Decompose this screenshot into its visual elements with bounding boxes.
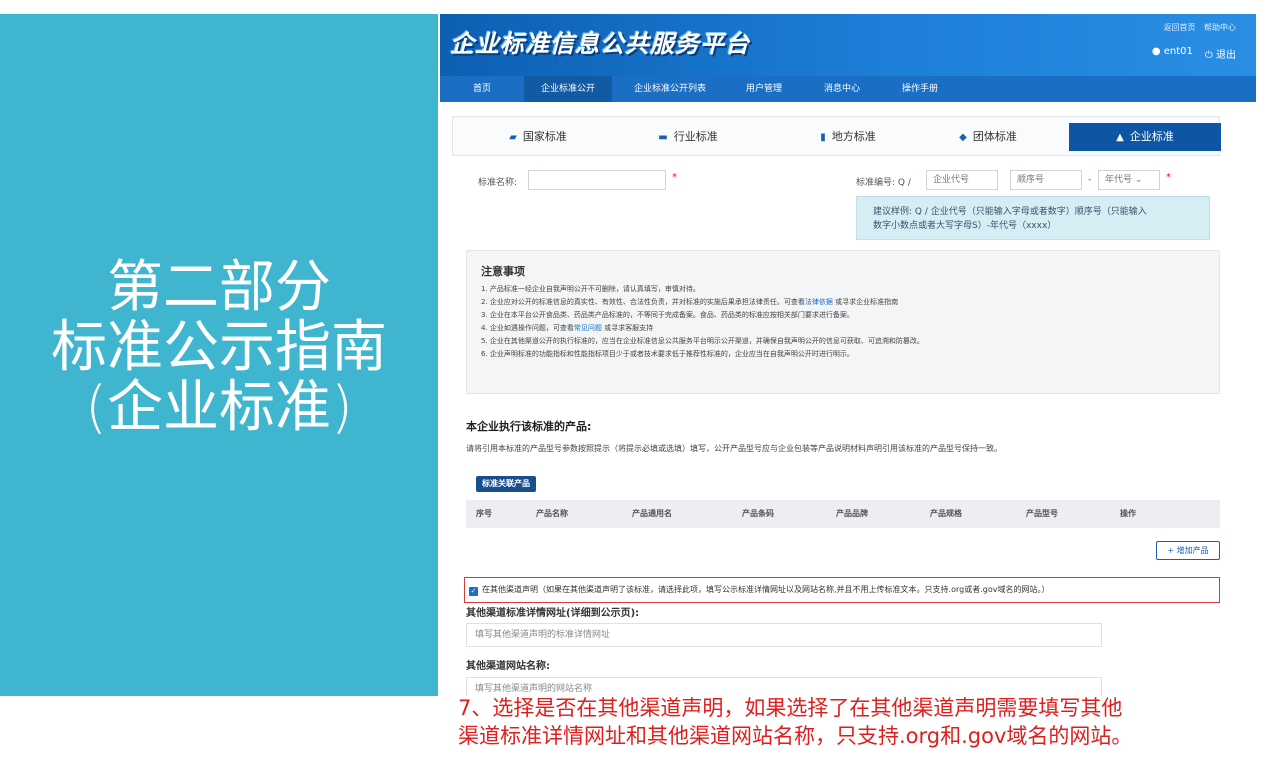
other-channel-checkbox[interactable]: ✓ bbox=[469, 587, 478, 596]
book-icon: ▰ bbox=[509, 132, 517, 143]
tab-label: 地方标准 bbox=[831, 130, 876, 143]
app-logo: 企业标准信息公共服务平台 bbox=[450, 30, 750, 58]
column-header: 产品型号 bbox=[1026, 509, 1058, 518]
column-header: 产品通用名 bbox=[632, 509, 672, 518]
logout-button[interactable]: ⏻ 退出 bbox=[1205, 46, 1236, 61]
legal-basis-link[interactable]: 法律依据 bbox=[805, 298, 833, 306]
sequence-number-input[interactable]: 顺序号 bbox=[1010, 170, 1082, 190]
notice-text: 6. 企业声明标准的功能指标和性能指标项目少于或者技术要求低于推荐性标准的，企业… bbox=[481, 350, 854, 358]
nav-home[interactable]: 首页 bbox=[440, 76, 524, 102]
nav-manual[interactable]: 操作手册 bbox=[884, 76, 956, 102]
app-header: 企业标准信息公共服务平台 返回首页 帮助中心 ● ent01 ⏻ 退出 bbox=[440, 14, 1256, 76]
caption-line: 7、选择是否在其他渠道声明，如果选择了在其他渠道声明需要填写其他 bbox=[458, 696, 1123, 720]
tab-enterprise[interactable]: ▲ 企业标准 bbox=[1069, 123, 1221, 151]
section-title-line: 标准公示指南 bbox=[51, 315, 387, 380]
hint-line: 数字小数点或者大写字母S）-年代号（xxxx） bbox=[873, 221, 1057, 231]
column-header: 产品规格 bbox=[930, 509, 962, 518]
app-screenshot: 企业标准信息公共服务平台 返回首页 帮助中心 ● ent01 ⏻ 退出 首页 企… bbox=[440, 14, 1256, 696]
notice-line: 6. 企业声明标准的功能指标和性能指标项目少于或者技术要求低于推荐性标准的，企业… bbox=[481, 348, 1219, 361]
tab-label: 国家标准 bbox=[522, 130, 567, 143]
notice-line: 5. 企业在其他渠道公开的执行标准的，应当在企业标准信息公共服务平台明示公开渠道… bbox=[481, 335, 1219, 348]
other-channel-label: 在其他渠道声明（如果在其他渠道声明了该标准，请选择此项，填写公示标准详情网址以及… bbox=[482, 585, 1050, 594]
slide: 第二部分 标准公示指南 (企业标准) 企业标准信息公共服务平台 返回首页 帮助中… bbox=[0, 0, 1274, 772]
enterprise-code-input[interactable]: 企业代号 bbox=[926, 170, 998, 190]
code-dash: - bbox=[1088, 175, 1092, 185]
user-icon: ● bbox=[1151, 46, 1161, 57]
column-header: 产品条码 bbox=[742, 509, 774, 518]
notice-line: 4. 企业如遇操作问题，可查看常见问题 或寻求客服支持 bbox=[481, 322, 1219, 335]
home-link[interactable]: 返回首页 bbox=[1163, 23, 1195, 32]
title-panel: 第二部分 标准公示指南 (企业标准) bbox=[0, 14, 438, 696]
standard-name-label: 标准名称: bbox=[478, 178, 518, 188]
required-mark: * bbox=[672, 172, 677, 183]
other-url-label: 其他渠道标准详情网址(详细到公示页): bbox=[466, 608, 640, 619]
required-mark: * bbox=[1166, 172, 1171, 183]
notice-title: 注意事项 bbox=[481, 265, 525, 278]
help-link[interactable]: 帮助中心 bbox=[1204, 23, 1236, 32]
year-select[interactable]: 年代号 ⌄ bbox=[1098, 170, 1160, 190]
nav-message-center[interactable]: 消息中心 bbox=[800, 76, 884, 102]
logout-label: 退出 bbox=[1216, 50, 1236, 61]
nav-publish-list[interactable]: 企业标准公开列表 bbox=[612, 76, 728, 102]
notice-text: 2. 企业应对公开的标准信息的真实性、有效性、合法性负责，并对标准的实施后果承担… bbox=[481, 298, 805, 306]
notice-text: 5. 企业在其他渠道公开的执行标准的，应当在企业标准信息公共服务平台明示公开渠道… bbox=[481, 337, 924, 345]
standard-name-input[interactable] bbox=[528, 170, 666, 190]
related-products-badge: 标准关联产品 bbox=[476, 476, 536, 492]
briefcase-icon: ▬ bbox=[658, 132, 668, 143]
notice-text: 3. 企业在本平台公开食品类、药品类产品标准的，不等同于完成备案。食品、药品类的… bbox=[481, 311, 854, 319]
nav-user-management[interactable]: 用户管理 bbox=[728, 76, 800, 102]
notice-text: 4. 企业如遇操作问题，可查看 bbox=[481, 324, 574, 332]
top-links: 返回首页 帮助中心 bbox=[1157, 22, 1236, 33]
notice-line: 3. 企业在本平台公开食品类、药品类产品标准的，不等同于完成备案。食品、药品类的… bbox=[481, 309, 1219, 322]
user-menu[interactable]: ● ent01 bbox=[1152, 46, 1193, 61]
notice-tail: 或寻求企业标准指南 bbox=[835, 298, 899, 306]
standard-code-label: 标准编号: Q / bbox=[856, 178, 911, 188]
section-title-line: (企业标准) bbox=[85, 375, 353, 440]
hint-line: 建议样例: Q / 企业代号（只能输入字母或者数字）顺序号（只能输入 bbox=[873, 207, 1147, 217]
chevron-down-icon: ⌄ bbox=[1134, 175, 1143, 185]
nav-enterprise-publish[interactable]: 企业标准公开 bbox=[524, 76, 612, 102]
caption-line: 渠道标准详情网址和其他渠道网站名称，只支持.org和.gov域名的网站。 bbox=[458, 724, 1133, 748]
add-product-button[interactable]: + 增加产品 bbox=[1156, 541, 1220, 560]
other-channel-row: ✓ 在其他渠道声明（如果在其他渠道声明了该标准，请选择此项，填写公示标准详情网址以… bbox=[464, 577, 1220, 603]
column-header: 操作 bbox=[1120, 509, 1136, 518]
products-table-header: 序号 产品名称 产品通用名 产品条码 产品品牌 产品规格 产品型号 操作 bbox=[466, 500, 1220, 528]
other-site-label: 其他渠道网站名称: bbox=[466, 661, 550, 672]
column-header: 产品品牌 bbox=[836, 509, 868, 518]
column-header: 序号 bbox=[476, 509, 492, 518]
year-select-value: 年代号 bbox=[1105, 175, 1133, 185]
faq-link[interactable]: 常见问题 bbox=[574, 324, 602, 332]
tab-label: 团体标准 bbox=[972, 130, 1017, 143]
column-header: 产品名称 bbox=[536, 509, 568, 518]
power-icon: ⏻ bbox=[1204, 50, 1213, 61]
bank-icon: ▲ bbox=[1116, 132, 1124, 143]
notice-box: 注意事项 1. 产品标准一经企业自我声明公开不可删除，请认真填写，审慎对待。 2… bbox=[466, 250, 1220, 394]
main-nav: 首页 企业标准公开 企业标准公开列表 用户管理 消息中心 操作手册 bbox=[440, 76, 1256, 102]
tab-local[interactable]: ▮ 地方标准 bbox=[783, 123, 913, 151]
step-caption: 7、选择是否在其他渠道声明，如果选择了在其他渠道声明需要填写其他 渠道标准详情网… bbox=[458, 694, 1218, 750]
notice-line: 1. 产品标准一经企业自我声明公开不可删除，请认真填写，审慎对待。 bbox=[481, 283, 1219, 296]
notice-line: 2. 企业应对公开的标准信息的真实性、有效性、合法性负责，并对标准的实施后果承担… bbox=[481, 296, 1219, 309]
other-url-input[interactable]: 填写其他渠道声明的标准详情网址 bbox=[466, 623, 1102, 647]
section-title-line: 第二部分 bbox=[107, 255, 331, 320]
standard-type-tabs: ▰ 国家标准 ▬ 行业标准 ▮ 地方标准 ◆ 团体标准 ▲ 企业标准 bbox=[452, 116, 1221, 156]
tab-label: 行业标准 bbox=[673, 130, 718, 143]
section-title: 第二部分 标准公示指南 (企业标准) bbox=[0, 258, 438, 438]
username: ent01 bbox=[1163, 46, 1193, 57]
tab-national[interactable]: ▰ 国家标准 bbox=[473, 123, 603, 151]
tab-group[interactable]: ◆ 团体标准 bbox=[923, 123, 1053, 151]
products-description: 请将引用本标准的产品型号参数按照提示（将提示必填或选填）填写，公开产品型号应与企… bbox=[466, 444, 1002, 453]
file-icon: ▮ bbox=[820, 132, 826, 143]
notice-tail: 或寻求客服支持 bbox=[604, 324, 654, 332]
products-title: 本企业执行该标准的产品: bbox=[466, 420, 592, 433]
tab-label: 企业标准 bbox=[1129, 130, 1174, 143]
tab-industry[interactable]: ▬ 行业标准 bbox=[623, 123, 753, 151]
shield-icon: ◆ bbox=[959, 132, 967, 143]
user-area: ● ent01 ⏻ 退出 bbox=[1152, 46, 1236, 61]
code-format-hint: 建议样例: Q / 企业代号（只能输入字母或者数字）顺序号（只能输入 数字小数点… bbox=[856, 196, 1210, 240]
notice-text: 1. 产品标准一经企业自我声明公开不可删除，请认真填写，审慎对待。 bbox=[481, 285, 700, 293]
